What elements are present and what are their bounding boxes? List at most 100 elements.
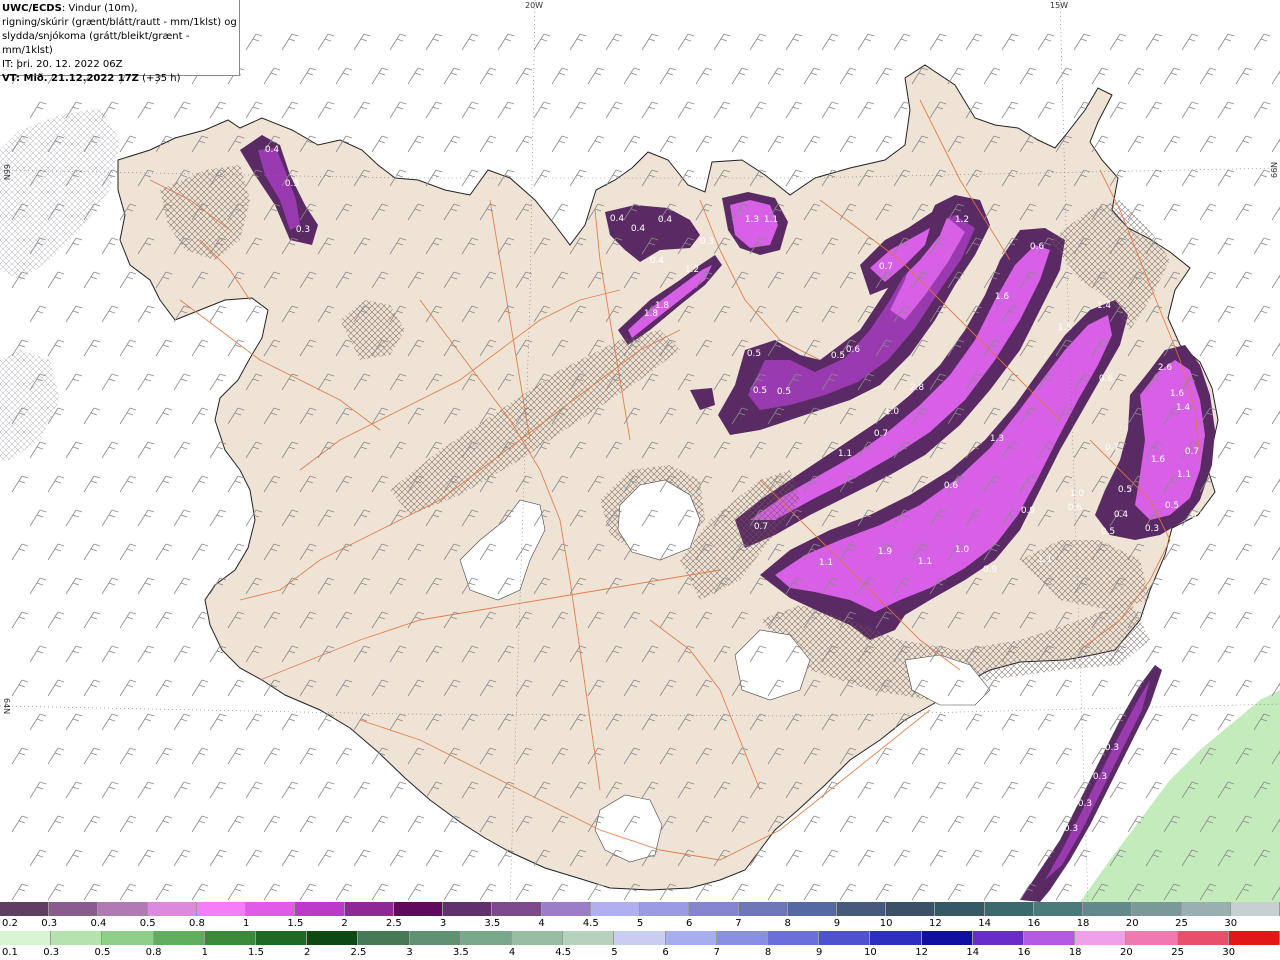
precip-value-label: 0.6 bbox=[1068, 503, 1083, 513]
legend-value-label: 4.5 bbox=[555, 947, 572, 958]
legend-value-label: 2.5 bbox=[350, 947, 367, 958]
precip-value-label: 0.5 bbox=[1101, 527, 1115, 537]
map-area: 0.4 0.3 0.3 0.4 0.4 0.4 0.4 1.2 1.8 1.8 1.3 1.1 0.3 1… bbox=[0, 0, 1280, 902]
legend-swatch bbox=[716, 931, 769, 945]
precip-value-label: 1.2 bbox=[685, 265, 699, 275]
legend-value-label: 6 bbox=[686, 918, 693, 929]
legend-value-label: 0.8 bbox=[145, 947, 162, 958]
legend-value-label: 0.5 bbox=[139, 918, 156, 929]
legend-swatch bbox=[1024, 931, 1076, 945]
legend-swatch bbox=[1228, 931, 1280, 945]
legend-value-label: 30 bbox=[1224, 918, 1238, 929]
precip-value-label: 0.5 bbox=[1118, 485, 1132, 495]
precip-value-label: 1.1 bbox=[764, 215, 778, 225]
legend-snow-labels: 0.2 0.3 0.4 0.5 0.8 1 1.5 2 2.5 3 3.5 4 4.5 5 6 7 8 9 10 12… bbox=[0, 918, 1280, 930]
lead-time: (+35 h) bbox=[142, 73, 181, 84]
precip-value-label: 0.4 bbox=[1114, 510, 1129, 520]
legend-swatch bbox=[102, 931, 154, 945]
legend-value-label: 20 bbox=[1125, 918, 1139, 929]
precip-value-label: 0.6 bbox=[846, 345, 861, 355]
legend-value-label: 0.3 bbox=[43, 947, 60, 958]
legend-value-label: 1 bbox=[242, 918, 250, 929]
precip-value-label: 0.3 bbox=[1064, 824, 1078, 834]
legend-swatch bbox=[49, 902, 99, 916]
lat-label-66n-left: 66N bbox=[2, 164, 11, 181]
precip-value-label: 0.5 bbox=[1165, 501, 1179, 511]
legend-value-label: 16 bbox=[1017, 947, 1031, 958]
legend-value-label: 7 bbox=[735, 918, 742, 929]
legend-value-label: 12 bbox=[929, 918, 942, 929]
legend-swatch bbox=[256, 931, 308, 945]
precip-value-label: 1.6 bbox=[1151, 455, 1166, 465]
precip-value-label: 0.4 bbox=[265, 145, 280, 155]
legend-swatch bbox=[0, 931, 52, 945]
precip-value-label: 0.3 bbox=[285, 179, 299, 189]
legend-swatch bbox=[204, 931, 257, 945]
legend-value-label: 7 bbox=[713, 947, 720, 958]
info-line-title: UWC/ECDS: Vindur (10m), bbox=[2, 2, 237, 16]
legend-value-label: 8 bbox=[764, 947, 772, 958]
legend-rain-labels: 0.1 0.3 0.5 0.8 1 1.5 2 2.5 3 3.5 4 4.5 5 6 7 8 9 10 12 14 1… bbox=[0, 947, 1280, 959]
lon-label-15w: 15W bbox=[1050, 1, 1069, 10]
precip-value-label: 0.5 bbox=[1191, 511, 1205, 521]
legend-value-label: 14 bbox=[966, 947, 980, 958]
legend-snow-colorbar bbox=[0, 902, 1280, 916]
precip-value-label: 0.5 bbox=[753, 386, 767, 396]
legend-swatch bbox=[295, 902, 345, 916]
legend-swatch bbox=[344, 902, 394, 916]
legend-value-label: 14 bbox=[978, 918, 991, 929]
legend-value-label: 9 bbox=[816, 947, 823, 958]
legend-value-label: 9 bbox=[833, 918, 841, 929]
legend-value-label: 0.8 bbox=[188, 918, 205, 929]
legend-swatch bbox=[512, 931, 564, 945]
legend-swatch bbox=[1132, 902, 1182, 916]
precip-value-label: 0.4 bbox=[658, 215, 673, 225]
precip-value-label: 0.6 bbox=[1099, 374, 1114, 384]
legend-value-label: 25 bbox=[1171, 947, 1184, 958]
lat-label-66n-right: 66N bbox=[1270, 161, 1279, 178]
precip-value-label: 0.4 bbox=[631, 224, 646, 234]
legend-value-label: 12 bbox=[915, 947, 928, 958]
precip-value-label: 1.8 bbox=[644, 309, 659, 319]
legend-swatch bbox=[460, 931, 513, 945]
precip-value-label: 0.9 bbox=[983, 565, 998, 575]
legend-swatch bbox=[689, 902, 739, 916]
legend-value-label: 4 bbox=[538, 918, 545, 929]
precip-value-label: 0.3 bbox=[1078, 799, 1092, 809]
legend-swatch bbox=[921, 931, 973, 945]
precip-value-label: 1.0 bbox=[955, 545, 970, 555]
legend-swatch bbox=[358, 931, 410, 945]
precip-value-label: 0.7 bbox=[1185, 447, 1199, 457]
legend-value-label: 3.5 bbox=[452, 947, 469, 958]
legend-value-label: 0.5 bbox=[94, 947, 111, 958]
legend-rain-colorbar bbox=[0, 931, 1280, 945]
legend-swatch bbox=[1230, 902, 1280, 916]
precip-value-label: 1.1 bbox=[918, 557, 932, 567]
legend-value-label: 1.5 bbox=[248, 947, 264, 958]
legend-value-label: 8 bbox=[784, 918, 791, 929]
precip-value-label: 1.6 bbox=[995, 292, 1010, 302]
legend-value-label: 3 bbox=[406, 947, 413, 958]
precip-value-label: 1.2 bbox=[955, 215, 969, 225]
legend-swatch bbox=[563, 931, 615, 945]
valid-time: VT: Mið. 21.12.2022 17Z bbox=[2, 73, 139, 84]
legend-value-label: 25 bbox=[1175, 918, 1188, 929]
legend-swatch bbox=[196, 902, 247, 916]
legend-swatch bbox=[972, 931, 1025, 945]
legend-swatch bbox=[768, 931, 820, 945]
precip-value-label: 0.7 bbox=[754, 522, 768, 532]
legend-swatch bbox=[246, 902, 296, 916]
legend-swatch bbox=[393, 902, 444, 916]
precip-value-label: 0.6 bbox=[1030, 242, 1045, 252]
precip-value-label: 0.3 bbox=[1145, 524, 1159, 534]
precip-value-label: 0.5 bbox=[831, 351, 845, 361]
legend-swatch bbox=[665, 931, 717, 945]
precip-value-label: 1.1 bbox=[838, 449, 852, 459]
precip-value-label: 0.3 bbox=[1093, 772, 1107, 782]
legend-swatch bbox=[492, 902, 542, 916]
legend-swatch bbox=[787, 902, 837, 916]
legend-value-label: 4.5 bbox=[582, 918, 599, 929]
precip-value-label: 1.5 bbox=[1058, 323, 1072, 333]
legend-swatch bbox=[541, 902, 591, 916]
legend-value-label: 3.5 bbox=[484, 918, 501, 929]
